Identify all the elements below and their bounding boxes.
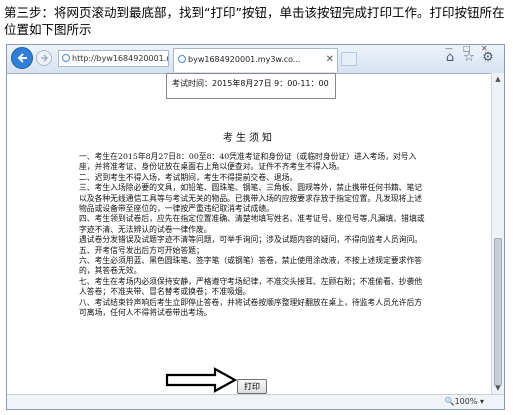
- forward-arrow-icon: [41, 54, 48, 62]
- notice-line: 七、考生在考场内必须保持安静，严格遵守考场纪律，不准交头接耳、左顾右盼；不准偷看…: [79, 276, 423, 297]
- tab-title: byw1684920001.my3w.co...: [188, 55, 301, 64]
- instruction-caption: 第三步：将网页滚动到最底部，找到“打印”按钮，单击该按钮完成打印工作。打印按钮所…: [4, 5, 505, 37]
- notice-line: 六、考生必须用蓝、黑色圆珠笔、签字笔（或钢笔）答卷，禁止使用涂改液，不按上述规定…: [79, 256, 423, 276]
- web-page-content: 考试时间：2015年8月27日 9：00-11：00 考生须知 一、考生在201…: [7, 73, 491, 394]
- scroll-up-icon[interactable]: ▲: [492, 73, 504, 85]
- address-text: http://byw1684920001.m ▾ ✕: [72, 54, 169, 63]
- notice-line: 五、开考信号发出后方可开始答题；: [79, 245, 204, 255]
- home-icon[interactable]: ⌂: [441, 49, 459, 67]
- back-arrow-icon: [17, 53, 27, 63]
- back-button[interactable]: [11, 47, 33, 69]
- ie-page-icon: [62, 54, 70, 62]
- tab-exam[interactable]: byw1684920001.my3w.co... ✕: [173, 48, 338, 72]
- favorites-star-icon[interactable]: ☆: [460, 49, 478, 67]
- forward-button[interactable]: [36, 50, 52, 66]
- notice-body: 一、考生在2015年8月27日8：00至8：40凭准考证和身份证（或临时身份证）…: [79, 152, 425, 319]
- print-button[interactable]: 打印: [237, 379, 267, 394]
- notice-line: 三、考生入场除必要的文具，如铅笔、圆珠笔、钢笔、三角板、圆规等外，禁止携带任何书…: [79, 183, 423, 214]
- notice-line: 遇试卷分发错误及试题字迹不清等问题，可举手询问；涉及试题内容的疑问，不得向监考人…: [79, 235, 423, 245]
- notice-line: 一、考生在2015年8月27日8：00至8：40凭准考证和身份证（或临时身份证）…: [79, 152, 417, 172]
- notice-line: 四、考生领到试卷后，应先在指定位置准确、清楚地填写姓名、准考证号、座位号等,凡漏…: [79, 214, 425, 234]
- scrollbar-thumb[interactable]: [494, 238, 502, 386]
- address-bar[interactable]: http://byw1684920001.m ▾ ✕: [58, 50, 169, 67]
- scroll-down-icon[interactable]: ▼: [492, 382, 504, 394]
- notice-line: 八、考试结束铃声响后考生立即停止答卷，并将试卷按顺序整理好翻放在桌上，待监考人员…: [79, 297, 423, 318]
- gear-icon[interactable]: ⚙: [479, 49, 497, 67]
- zoom-control[interactable]: 🔍100% ▾: [445, 396, 484, 408]
- ie-page-icon: [178, 55, 186, 63]
- pointing-arrow-icon: [165, 367, 237, 393]
- new-tab-button[interactable]: [341, 52, 357, 66]
- tab-close-icon[interactable]: ✕: [326, 49, 334, 71]
- vertical-scrollbar[interactable]: ▲ ▼: [491, 73, 504, 394]
- notice-title: 考生须知: [223, 133, 275, 144]
- browser-window: — □ ✕ http://byw1684920001.m ▾ ✕ byw1684…: [6, 44, 505, 410]
- browser-toolbar: — □ ✕ http://byw1684920001.m ▾ ✕ byw1684…: [7, 45, 504, 73]
- notice-line: 二、迟到考生不得入场，考试期间，考生不得提前交卷、退场。: [79, 172, 298, 182]
- status-bar: 🔍100% ▾: [7, 394, 504, 409]
- exam-time-box: 考试时间：2015年8月27日 9：00-11：00: [166, 73, 336, 99]
